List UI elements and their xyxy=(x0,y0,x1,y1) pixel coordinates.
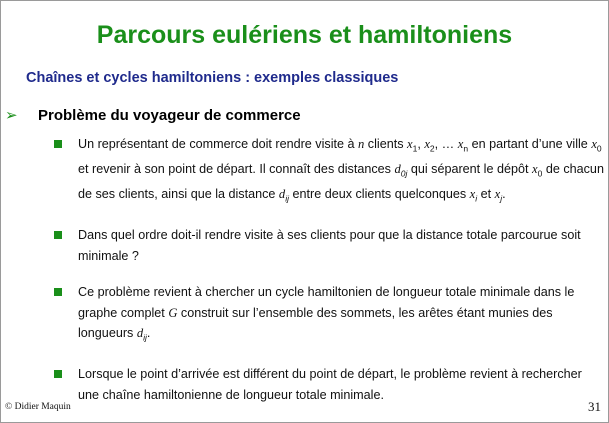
math-subscript: 0 xyxy=(596,143,602,154)
slide-title: Parcours eulériens et hamiltoniens xyxy=(96,21,513,49)
text-segment: en partant d’une ville xyxy=(468,137,592,151)
bullet-list: Un représentant de commerce doit rendre … xyxy=(54,134,606,421)
text-segment: qui séparent le dépôt xyxy=(407,162,532,177)
square-bullet-icon xyxy=(54,370,62,379)
list-item: Dans quel ordre doit-il rendre visite à … xyxy=(54,225,606,266)
arrow-bullet-icon: ➢ xyxy=(5,106,18,124)
heading-row: ➢ Problème du voyageur de commerce xyxy=(5,106,605,127)
section-heading: Problème du voyageur de commerce xyxy=(38,107,301,124)
text-segment: , … xyxy=(434,137,458,151)
list-item: Un représentant de commerce doit rendre … xyxy=(54,134,606,209)
text-segment: Lorsque le point d’arrivée est différent… xyxy=(78,367,582,402)
list-item: Lorsque le point d’arrivée est différent… xyxy=(54,364,606,405)
text-segment: Dans quel ordre doit-il rendre visite à … xyxy=(78,228,581,263)
text-segment: clients xyxy=(364,137,407,151)
list-item: Ce problème revient à chercher un cycle … xyxy=(54,282,606,348)
footer-author: © Didier Maquin xyxy=(5,402,71,412)
page-number: 31 xyxy=(588,399,601,414)
text-segment: et xyxy=(477,187,495,202)
text-segment: et revenir à son point de départ. Il con… xyxy=(78,162,395,177)
text-segment: entre deux clients quelconques xyxy=(289,187,470,202)
text-segment: . xyxy=(146,326,151,341)
slide-subtitle: Chaînes et cycles hamiltoniens : exemple… xyxy=(26,70,399,86)
square-bullet-icon xyxy=(54,231,62,240)
square-bullet-icon xyxy=(54,288,62,297)
text-segment: Un représentant de commerce doit rendre … xyxy=(78,137,358,151)
square-bullet-icon xyxy=(54,140,62,148)
text-segment: . xyxy=(502,187,506,202)
